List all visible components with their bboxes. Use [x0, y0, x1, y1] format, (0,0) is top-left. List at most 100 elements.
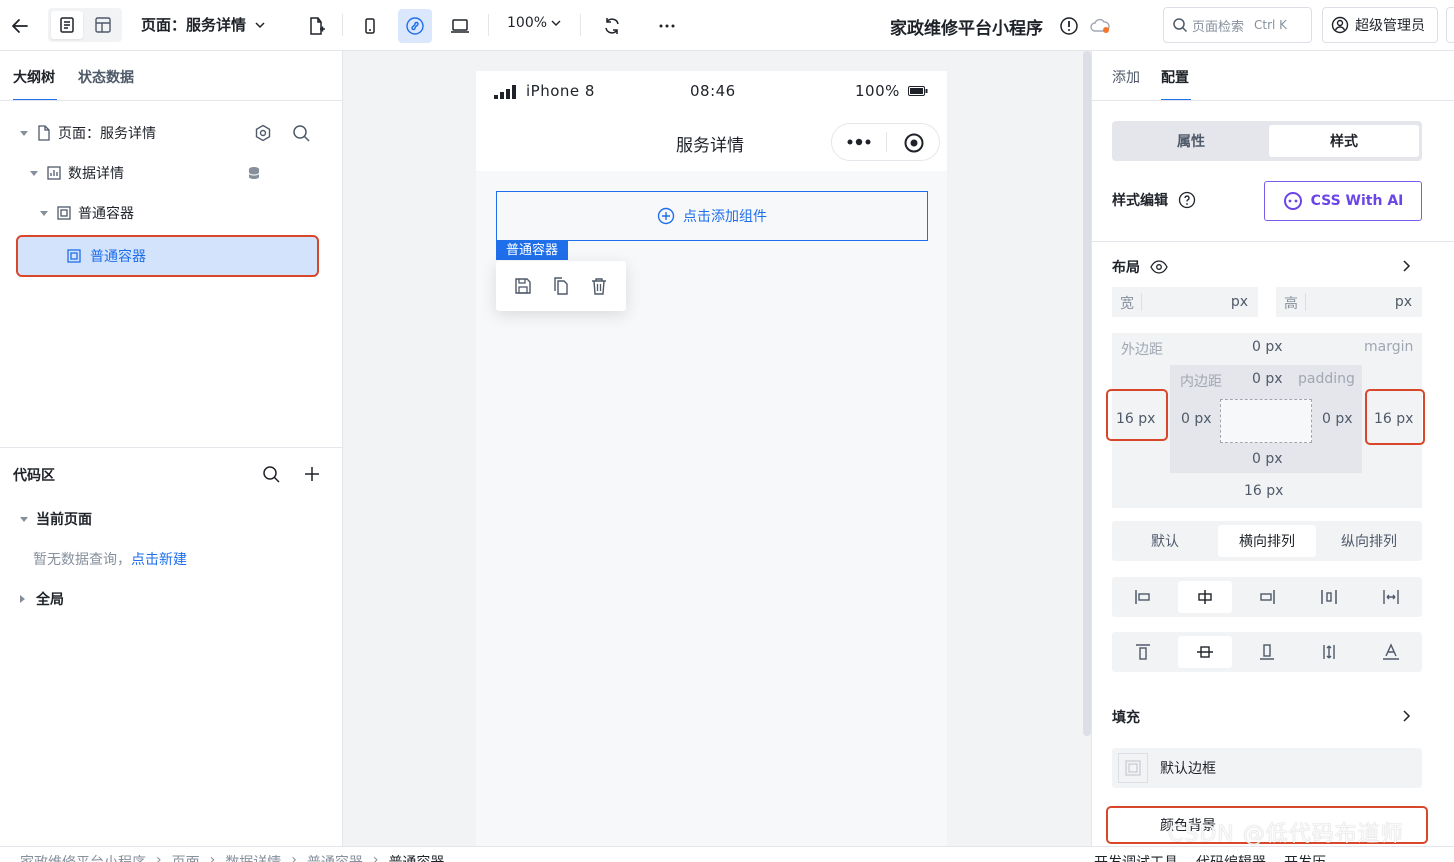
- plus-circle-icon: [657, 207, 675, 225]
- tree-node-page[interactable]: 页面：服务详情: [20, 113, 320, 153]
- watermark-text: CSDN @低代码布道师: [1168, 822, 1404, 847]
- attr-style-switch: 属性 样式: [1112, 121, 1422, 161]
- chevron-right-icon[interactable]: [1400, 259, 1412, 273]
- css-with-ai-button[interactable]: CSS With AI: [1264, 181, 1422, 221]
- margin-top-value[interactable]: 0 px: [1252, 339, 1283, 355]
- page-search-input[interactable]: 页面检索 Ctrl K: [1163, 7, 1312, 43]
- desktop-device-icon[interactable]: [446, 12, 474, 40]
- breadcrumb-item[interactable]: 普通容器: [307, 852, 363, 862]
- save-icon[interactable]: [514, 277, 532, 295]
- container-icon: [67, 249, 81, 263]
- mini-program-device-icon[interactable]: [398, 9, 432, 43]
- align-middle-icon[interactable]: [1178, 636, 1232, 668]
- direction-row[interactable]: 横向排列: [1218, 525, 1316, 557]
- copy-icon[interactable]: [552, 277, 570, 295]
- section-current-page[interactable]: 当前页面: [20, 509, 92, 529]
- cloud-sync-icon[interactable]: [1086, 12, 1114, 40]
- justify-content-options: [1112, 577, 1422, 617]
- zoom-select[interactable]: 100%: [507, 15, 561, 31]
- breadcrumb-item[interactable]: 页面: [172, 852, 200, 862]
- user-menu-button[interactable]: 超级管理员: [1322, 7, 1438, 43]
- padding-bottom-value[interactable]: 0 px: [1252, 451, 1283, 467]
- justify-start-icon[interactable]: [1116, 581, 1170, 613]
- page-nav-title: 服务详情: [676, 136, 744, 156]
- design-canvas: iPhone 8 08:46 100% 服务详情 点击添加组件 普通容器: [343, 51, 1091, 851]
- justify-end-icon[interactable]: [1240, 581, 1294, 613]
- tab-state-data[interactable]: 状态数据: [78, 67, 134, 87]
- padding-label-en: padding: [1298, 371, 1355, 387]
- align-top-icon[interactable]: [1116, 636, 1170, 668]
- justify-space-between-icon[interactable]: [1302, 581, 1356, 613]
- settings-hexagon-icon[interactable]: [254, 124, 272, 142]
- canvas-scrollbar[interactable]: [1083, 51, 1091, 736]
- align-bottom-icon[interactable]: [1240, 636, 1294, 668]
- overflow-button[interactable]: [1446, 7, 1454, 43]
- page-icon: [38, 125, 50, 141]
- tree-node-container-selected[interactable]: 普通容器: [16, 235, 319, 277]
- right-panel: 添加 配置 属性 样式 样式编辑 CSS With AI 布局 宽 px 高 p…: [1091, 51, 1454, 846]
- create-query-link[interactable]: 点击新建: [131, 552, 187, 568]
- direction-default[interactable]: 默认: [1116, 525, 1214, 557]
- margin-bottom-value[interactable]: 16 px: [1244, 483, 1283, 499]
- back-arrow-icon[interactable]: [6, 12, 34, 40]
- battery-icon: [907, 86, 928, 96]
- phone-header: iPhone 8 08:46 100% 服务详情: [476, 71, 947, 171]
- breadcrumb-item[interactable]: 普通容器: [388, 852, 444, 862]
- chevron-right-icon[interactable]: [1400, 709, 1412, 723]
- code-editor-button[interactable]: 代码编辑器: [1196, 852, 1266, 862]
- left-panel: 大纲树 状态数据 页面：服务详情 数据详情 普通容器 普通容器 代码区 当前页面…: [0, 51, 343, 846]
- breadcrumb-item[interactable]: 数据详情: [225, 852, 281, 862]
- eye-icon[interactable]: [1150, 260, 1168, 274]
- tree-node-data-detail[interactable]: 数据详情: [30, 153, 320, 193]
- tab-styles[interactable]: 样式: [1269, 125, 1419, 157]
- code-area-title: 代码区: [13, 468, 55, 484]
- mobile-device-icon[interactable]: [356, 12, 384, 40]
- width-input[interactable]: 宽 px: [1112, 287, 1258, 317]
- bottom-tools: 开发调试工具 代码编辑器 开发历: [1094, 852, 1326, 862]
- padding-top-value[interactable]: 0 px: [1252, 371, 1283, 387]
- border-swatch: [1118, 753, 1148, 783]
- align-stretch-icon[interactable]: [1302, 636, 1356, 668]
- tab-add[interactable]: 添加: [1112, 67, 1140, 87]
- highlight-margin-left: [1106, 389, 1168, 441]
- help-icon[interactable]: [1178, 191, 1196, 209]
- refresh-icon[interactable]: [598, 12, 626, 40]
- height-input[interactable]: 高 px: [1276, 287, 1422, 317]
- add-component-button[interactable]: 点击添加组件: [496, 191, 928, 241]
- justify-space-around-icon[interactable]: [1364, 581, 1418, 613]
- tab-outline-tree[interactable]: 大纲树: [13, 67, 55, 87]
- selected-component-tag: 普通容器: [496, 241, 569, 260]
- more-options-icon[interactable]: [653, 12, 681, 40]
- dev-debug-tool-button[interactable]: 开发调试工具: [1094, 852, 1178, 862]
- default-border-option[interactable]: 默认边框: [1112, 748, 1422, 788]
- search-icon[interactable]: [262, 465, 280, 483]
- search-icon[interactable]: [292, 124, 310, 142]
- close-circle-icon[interactable]: [903, 132, 925, 154]
- top-toolbar: 页面：服务详情 100% 家政维修平台小程序 页面检索 Ctrl K 超级管理员: [0, 0, 1454, 51]
- delete-icon[interactable]: [590, 277, 608, 295]
- layout-view-icon[interactable]: [87, 11, 119, 39]
- page-view-icon[interactable]: [51, 11, 83, 39]
- breadcrumb: 家政维修平台小程序› 页面› 数据详情› 普通容器› 普通容器: [20, 852, 444, 862]
- breadcrumb-item[interactable]: 家政维修平台小程序: [20, 852, 146, 862]
- plus-icon[interactable]: [303, 465, 321, 483]
- more-dots-icon[interactable]: [846, 135, 872, 149]
- padding-right-value[interactable]: 0 px: [1322, 411, 1353, 427]
- padding-left-value[interactable]: 0 px: [1181, 411, 1212, 427]
- tab-properties[interactable]: 属性: [1116, 125, 1266, 157]
- layout-section-title[interactable]: 布局: [1112, 257, 1168, 277]
- direction-column[interactable]: 纵向排列: [1320, 525, 1418, 557]
- status-time: 08:46: [690, 82, 736, 100]
- info-icon[interactable]: [1055, 12, 1083, 40]
- justify-center-icon[interactable]: [1178, 581, 1232, 613]
- section-global[interactable]: 全局: [20, 589, 64, 609]
- tab-config[interactable]: 配置: [1161, 67, 1189, 87]
- add-page-icon[interactable]: [302, 12, 330, 40]
- database-icon: [248, 167, 260, 179]
- align-baseline-icon[interactable]: [1364, 636, 1418, 668]
- dev-history-button[interactable]: 开发历: [1284, 852, 1326, 862]
- page-selector[interactable]: 页面：服务详情: [141, 14, 266, 35]
- bottom-bar: 家政维修平台小程序› 页面› 数据详情› 普通容器› 普通容器 开发调试工具 代…: [0, 846, 1454, 862]
- tree-node-container[interactable]: 普通容器: [40, 193, 320, 233]
- caret-right-icon: [20, 595, 25, 603]
